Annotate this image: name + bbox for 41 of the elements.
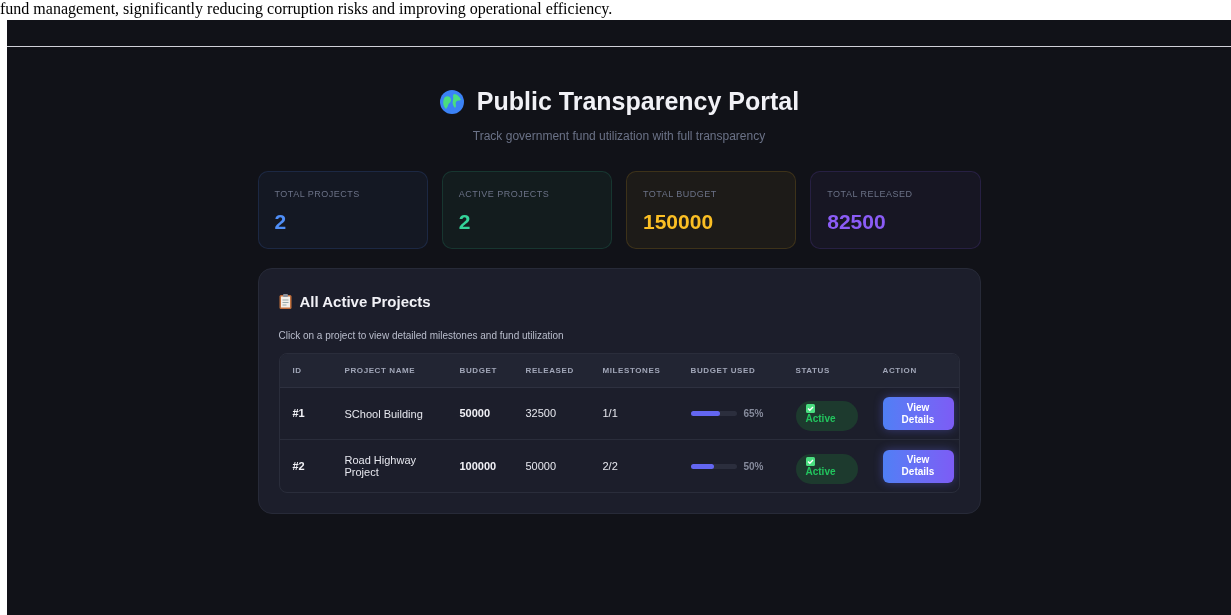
stat-label: TOTAL PROJECTS [274, 187, 361, 201]
stat-value: 2 [458, 209, 472, 235]
table-cell-text: 2/2 [602, 458, 619, 474]
checkbox-icon [805, 456, 815, 466]
table-cell-text: SChool Building [344, 407, 424, 420]
globe-icon [438, 88, 465, 115]
view-details-button[interactable]: View Details [882, 397, 954, 430]
column-header: ACTION [882, 364, 918, 377]
document-text: fund management, significantly reducing corruption risks and improving operational efficiency. [0, 0, 614, 20]
percent-text: 50% [743, 459, 764, 474]
percent-text: 65% [743, 407, 764, 421]
table-cell-text: 50000 [459, 406, 492, 422]
column-header: BUDGET USED [690, 364, 757, 377]
stat-value: 82500 [827, 209, 887, 235]
column-header: ID [292, 364, 303, 377]
page-subtitle: Track government fund utilization with full transparency [472, 127, 766, 145]
clipboard-icon [278, 294, 292, 310]
section-title: All Active Projects [299, 291, 431, 312]
table-cell-text: 100000 [459, 458, 498, 474]
table-cell-text: #2 [292, 458, 306, 474]
column-header: STATUS [795, 364, 831, 377]
stat-value: 2 [274, 209, 288, 235]
table-cell-text: 1/1 [602, 406, 619, 422]
stat-value: 150000 [643, 209, 715, 235]
checkbox-icon [805, 404, 815, 413]
status-badge: Active [795, 453, 858, 484]
section-hint: Click on a project to view detailed milestones and fund utilization [278, 329, 565, 343]
status-badge: Active [795, 401, 858, 431]
view-details-button[interactable]: View Details [882, 449, 954, 483]
stat-label: ACTIVE PROJECTS [458, 187, 551, 201]
table-cell-text: Road Highway Project [344, 454, 418, 478]
column-header: RELEASED [525, 364, 575, 377]
page-title: Public Transparency Portal [476, 86, 800, 117]
column-header: PROJECT NAME [344, 364, 417, 377]
table-cell-text: 50000 [525, 458, 558, 474]
column-header: MILESTONES [602, 364, 662, 377]
table-cell-text: #1 [292, 406, 306, 422]
table-cell-text: 32500 [525, 406, 558, 422]
stat-label: TOTAL RELEASED [827, 187, 914, 201]
column-header: BUDGET [459, 364, 498, 377]
stat-label: TOTAL BUDGET [643, 187, 718, 201]
